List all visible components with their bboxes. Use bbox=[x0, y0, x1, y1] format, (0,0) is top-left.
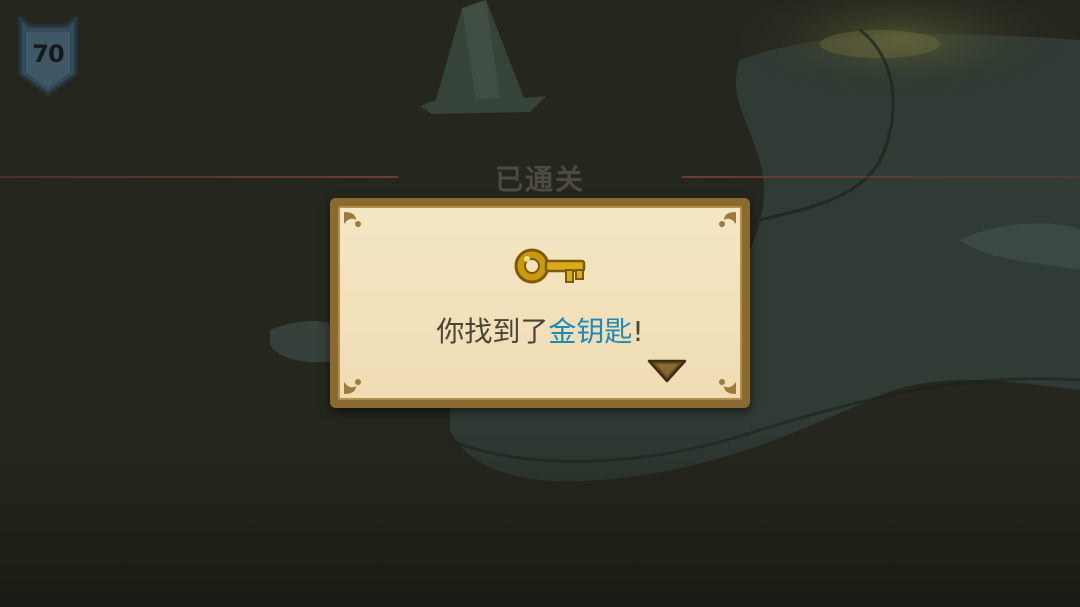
corner-ornament-icon bbox=[344, 212, 361, 227]
reward-dialog[interactable]: 你找到了金钥匙! bbox=[330, 198, 750, 408]
dialog-paper: 你找到了金钥匙! bbox=[338, 206, 742, 400]
section-divider-left bbox=[0, 176, 398, 178]
corner-ornament-icon bbox=[344, 379, 361, 394]
item-name: 金钥匙 bbox=[548, 315, 633, 348]
level-number: 70 bbox=[32, 40, 64, 68]
dialog-message: 你找到了金钥匙! bbox=[340, 310, 740, 350]
corner-ornament-icon bbox=[719, 379, 736, 394]
golden-key-icon bbox=[514, 248, 586, 284]
section-title: 已通关 bbox=[494, 163, 585, 196]
corner-ornament-icon bbox=[719, 212, 736, 227]
message-suffix: ! bbox=[632, 315, 644, 348]
section-divider-right bbox=[682, 176, 1080, 178]
triangle-down-icon[interactable] bbox=[646, 358, 688, 384]
message-prefix: 你找到了 bbox=[436, 315, 549, 348]
